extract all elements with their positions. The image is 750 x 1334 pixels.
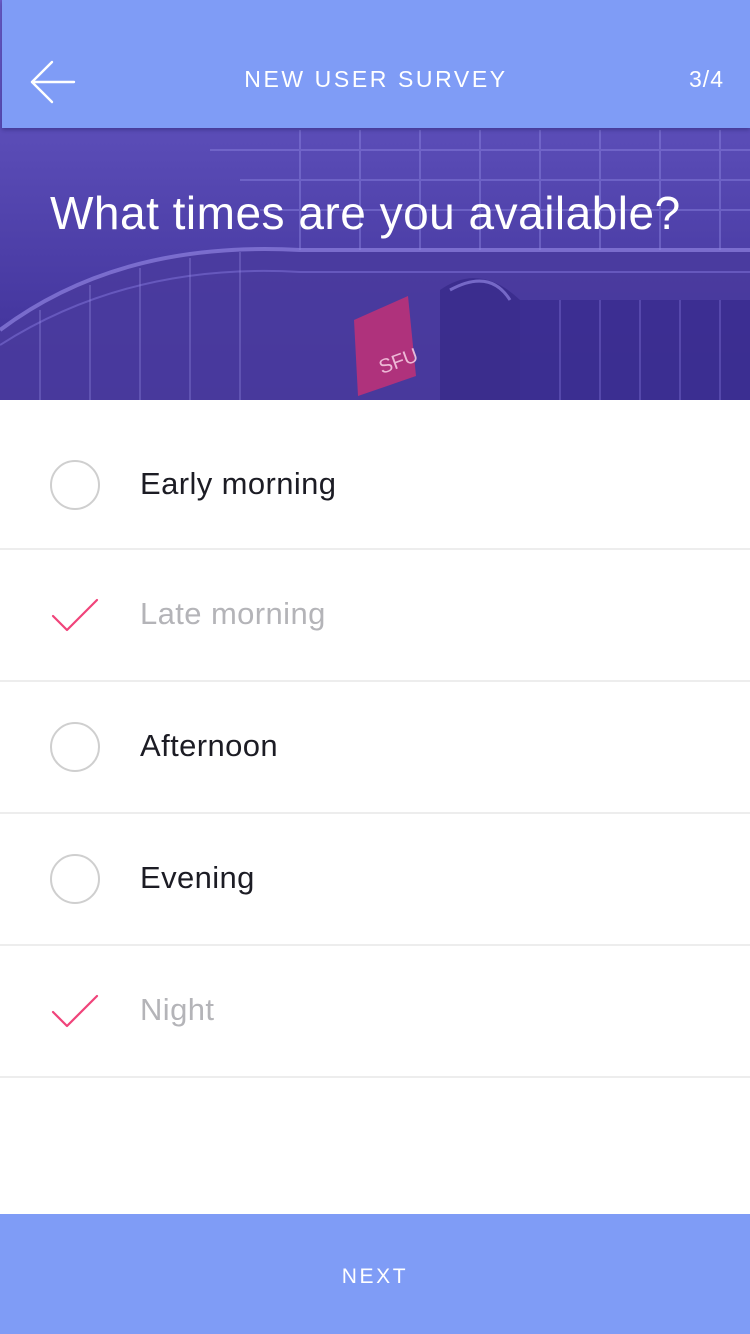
option-label: Evening — [140, 860, 255, 895]
radio-unchecked-icon[interactable] — [50, 854, 100, 904]
nav-bar: NEW USER SURVEY 3/4 — [2, 0, 750, 128]
option-label: Afternoon — [140, 728, 279, 763]
option-evening[interactable]: Evening — [0, 814, 750, 946]
hero-header: SFU NEW USER SURVEY 3/4 What times are y… — [0, 0, 750, 400]
nav-title: NEW USER SURVEY — [244, 66, 508, 92]
radio-unchecked-icon[interactable] — [50, 722, 100, 772]
survey-question: What times are you available? — [50, 187, 681, 239]
options-list: Early morning Late morning Afternoon Eve… — [0, 420, 750, 1078]
option-label: Night — [140, 992, 215, 1027]
option-label: Late morning — [140, 596, 326, 631]
option-label: Early morning — [140, 466, 337, 501]
option-early-morning[interactable]: Early morning — [0, 420, 750, 550]
checkmark-icon[interactable] — [50, 992, 100, 1032]
option-late-morning[interactable]: Late morning — [0, 550, 750, 682]
next-button-label: NEXT — [341, 1265, 409, 1288]
step-indicator: 3/4 — [689, 66, 724, 92]
checkmark-icon[interactable] — [50, 596, 100, 636]
option-afternoon[interactable]: Afternoon — [0, 682, 750, 814]
next-button[interactable]: NEXT — [0, 1214, 750, 1334]
radio-unchecked-icon[interactable] — [50, 460, 100, 510]
option-night[interactable]: Night — [0, 946, 750, 1078]
